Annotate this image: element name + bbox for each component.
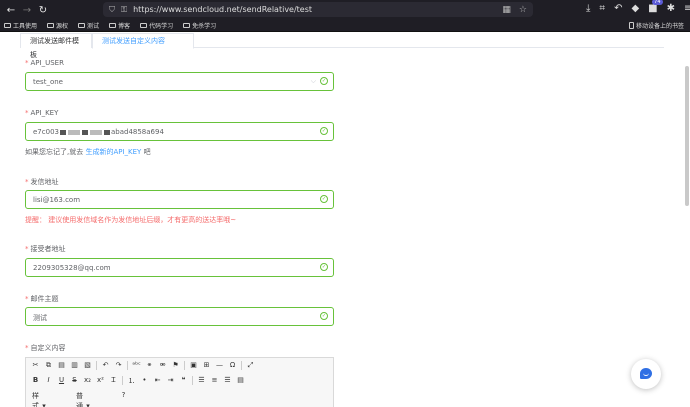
browser-toolbar: ← → ↻ ⛉ ⚿ https://www.sendcloud.net/send… xyxy=(0,0,690,20)
extension-fox-icon[interactable]: ◆ xyxy=(631,3,639,14)
tab-send-template[interactable]: 测试发送邮件模板 xyxy=(20,33,92,59)
check-circle-icon: ✓ xyxy=(320,77,328,85)
folder-icon xyxy=(78,23,86,28)
api-key-label: * API_KEY xyxy=(25,109,59,117)
redo-icon[interactable]: ↷ xyxy=(114,361,123,370)
shield-icon: ⛉ xyxy=(109,4,115,14)
from-address-label: * 发信地址 xyxy=(25,178,59,186)
lock-icon: ⚿ xyxy=(121,4,128,14)
bookmark-folder[interactable]: 免杀学习 xyxy=(183,21,216,30)
api-key-input[interactable]: e7c003 abad4858a694 ✓ xyxy=(25,122,334,141)
folder-icon xyxy=(140,23,148,28)
undo-icon[interactable]: ↶ xyxy=(101,361,110,370)
chevron-down-icon: ⌵ xyxy=(310,77,316,85)
maximize-icon[interactable]: ⤢ xyxy=(246,361,255,370)
tab-send-custom-content[interactable]: 测试发送自定义内容 xyxy=(92,33,194,49)
folder-icon xyxy=(183,23,191,28)
cut-icon[interactable]: ✂ xyxy=(31,361,40,370)
copy-icon[interactable]: ⧉ xyxy=(44,361,53,370)
align-justify-icon[interactable]: ▤ xyxy=(236,376,245,386)
anchor-icon[interactable]: ⚑ xyxy=(171,361,180,370)
bold-icon[interactable]: B xyxy=(31,376,40,386)
bookmark-folder[interactable]: 测试 xyxy=(78,21,99,30)
paste-word-icon[interactable]: ▧ xyxy=(83,361,92,370)
chat-bubble-icon xyxy=(640,368,652,379)
check-circle-icon: ✓ xyxy=(320,263,328,271)
style-select[interactable]: 样式 ▾ xyxy=(31,391,71,407)
toolbar-row-1: ✂ ⧉ ▤ ▥ ▧ ↶ ↷ ᵃᵇᶜ ⚭ ⚮ ⚑ ▣ ⊞ — Ω ⤢ xyxy=(31,361,255,370)
format-select[interactable]: 普通 ▾ xyxy=(75,391,115,407)
bookmark-folder[interactable]: 代码学习 xyxy=(140,21,173,30)
subject-input[interactable]: 测试 ✓ xyxy=(25,307,334,326)
api-key-help: 如果您忘记了,就去 生成新的API_KEY 吧 xyxy=(25,148,151,156)
paste-text-icon[interactable]: ▥ xyxy=(70,361,79,370)
subject-label: * 邮件主题 xyxy=(25,295,59,303)
numbered-list-icon[interactable]: ⒈ xyxy=(127,376,136,386)
bookmark-folder[interactable]: 博客 xyxy=(109,21,130,30)
page-content: 测试发送邮件模板 测试发送自定义内容 * API_USER test_one ⌵ … xyxy=(0,32,690,407)
outdent-icon[interactable]: ⇤ xyxy=(153,376,162,386)
mobile-bookmarks[interactable]: 移动设备上的书签 xyxy=(628,21,684,30)
help-icon[interactable]: ? xyxy=(119,391,128,407)
back-icon[interactable]: ← xyxy=(3,5,19,16)
to-address-label: * 接受者地址 xyxy=(25,245,66,253)
toolbar-row-2: B I U S x₂ x² Ꮖ ⒈ • ⇤ ⇥ ❝ ☰ ≡ ☰ ▤ xyxy=(31,376,245,386)
align-center-icon[interactable]: ≡ xyxy=(210,376,219,386)
bookmarks-bar: 工具使用 源权 测试 博客 代码学习 免杀学习 移动设备上的书签 xyxy=(0,20,690,32)
table-icon[interactable]: ⊞ xyxy=(202,361,211,370)
api-user-select[interactable]: test_one ⌵ ✓ xyxy=(25,72,334,91)
italic-icon[interactable]: I xyxy=(44,376,53,386)
align-right-icon[interactable]: ☰ xyxy=(223,376,232,386)
tab-bar: 测试发送邮件模板 测试发送自定义内容 xyxy=(20,33,664,59)
spellcheck-icon[interactable]: ᵃᵇᶜ xyxy=(132,361,141,370)
undo-icon[interactable]: ↶ xyxy=(614,3,622,14)
check-circle-icon: ✓ xyxy=(320,195,328,203)
mobile-device-icon xyxy=(628,22,634,29)
check-circle-icon: ✓ xyxy=(320,127,328,135)
qr-code-icon[interactable]: ▦ xyxy=(502,5,511,15)
paste-icon[interactable]: ▤ xyxy=(57,361,66,370)
forward-icon[interactable]: → xyxy=(19,5,35,16)
bookmark-folder[interactable]: 工具使用 xyxy=(4,21,37,30)
bookmark-folder[interactable]: 源权 xyxy=(47,21,68,30)
blockquote-icon[interactable]: ❝ xyxy=(179,376,188,386)
check-circle-icon: ✓ xyxy=(320,312,328,320)
align-left-icon[interactable]: ☰ xyxy=(197,376,206,386)
download-icon[interactable]: ⤓ xyxy=(586,3,590,14)
from-address-tip: 提醒： 建议使用发信域名作为发信地址后缀，才有更高的送达率哦~ xyxy=(25,216,237,224)
url-text: https://www.sendcloud.net/sendRelative/t… xyxy=(133,5,313,14)
content-label: * 自定义内容 xyxy=(25,344,66,352)
strikethrough-icon[interactable]: S xyxy=(70,376,79,386)
reload-icon[interactable]: ↻ xyxy=(35,5,51,16)
indent-icon[interactable]: ⇥ xyxy=(166,376,175,386)
remove-format-icon[interactable]: Ꮖ xyxy=(109,376,118,386)
image-icon[interactable]: ▣ xyxy=(189,361,198,370)
unlink-icon[interactable]: ⚮ xyxy=(158,361,167,370)
bullet-list-icon[interactable]: • xyxy=(140,376,149,386)
folder-icon xyxy=(47,23,55,28)
toolbar-row-3: 样式 ▾ 普通 ▾ ? xyxy=(31,391,128,407)
menu-icon[interactable]: ≡ xyxy=(684,3,690,14)
underline-icon[interactable]: U xyxy=(57,376,66,386)
url-bar[interactable]: ⛉ ⚿ https://www.sendcloud.net/sendRelati… xyxy=(103,2,533,17)
rich-text-editor-toolbar: ✂ ⧉ ▤ ▥ ▧ ↶ ↷ ᵃᵇᶜ ⚭ ⚮ ⚑ ▣ ⊞ — Ω ⤢ B I U … xyxy=(25,357,334,407)
superscript-icon[interactable]: x² xyxy=(96,376,105,386)
to-address-input[interactable]: 2209305328@qq.com ✓ xyxy=(25,258,334,277)
crop-icon[interactable]: ⌗ xyxy=(599,3,605,14)
extension-badge-icon[interactable]: ■ 74 xyxy=(648,0,663,14)
subscript-icon[interactable]: x₂ xyxy=(83,376,92,386)
page-scrollbar[interactable] xyxy=(685,66,689,206)
generate-api-key-link[interactable]: 生成新的API_KEY xyxy=(85,148,141,156)
link-icon[interactable]: ⚭ xyxy=(145,361,154,370)
folder-icon xyxy=(4,23,11,28)
horizontal-line-icon[interactable]: — xyxy=(215,361,224,370)
chat-support-button[interactable] xyxy=(631,359,661,389)
api-user-label: * API_USER xyxy=(25,59,64,67)
bookmark-star-icon[interactable]: ☆ xyxy=(519,5,527,15)
extensions-icon[interactable]: ✱ xyxy=(667,3,675,14)
special-char-icon[interactable]: Ω xyxy=(228,361,237,370)
folder-icon xyxy=(109,23,117,28)
from-address-input[interactable]: lisi@163.com ✓ xyxy=(25,190,334,209)
